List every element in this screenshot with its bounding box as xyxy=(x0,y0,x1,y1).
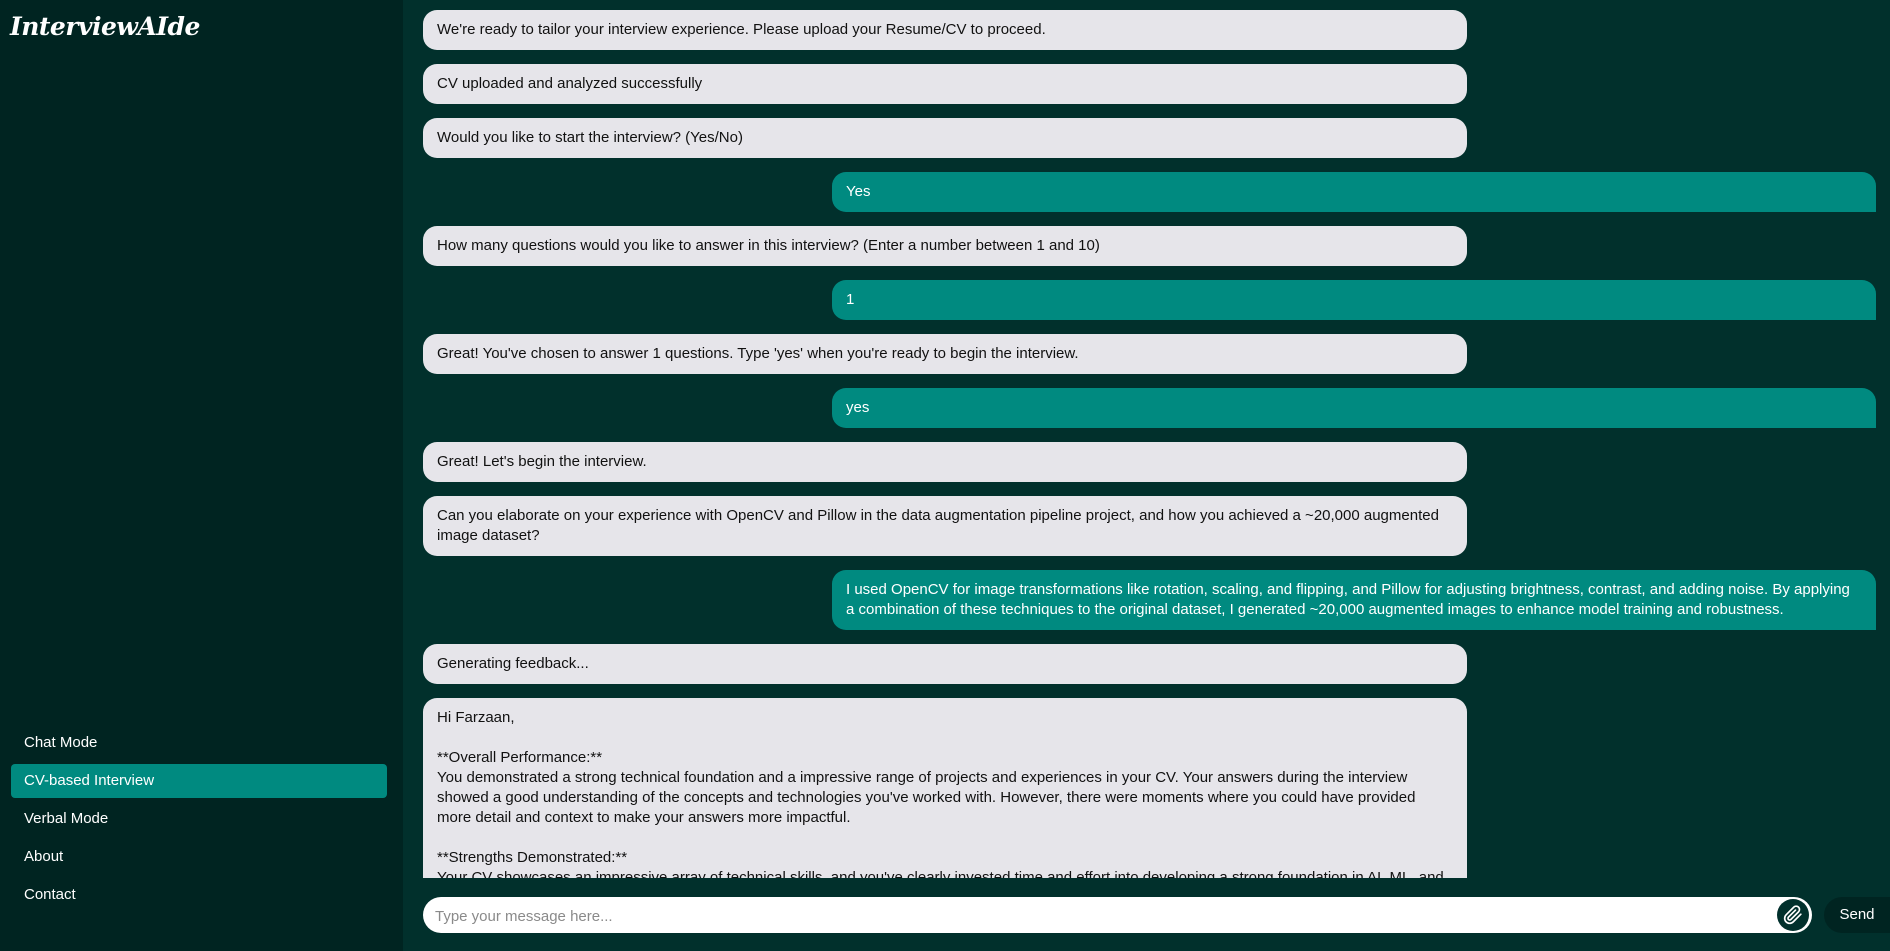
sidebar: InterviewAIde Chat Mode CV-based Intervi… xyxy=(0,0,403,951)
user-message: 1 xyxy=(832,280,1876,320)
app-logo: InterviewAIde xyxy=(10,12,200,41)
sidebar-item-about[interactable]: About xyxy=(11,840,387,874)
sidebar-item-contact[interactable]: Contact xyxy=(11,878,387,912)
bot-message: How many questions would you like to ans… xyxy=(423,226,1467,266)
bot-message: Would you like to start the interview? (… xyxy=(423,118,1467,158)
user-message: I used OpenCV for image transformations … xyxy=(832,570,1876,630)
sidebar-nav: Chat Mode CV-based Interview Verbal Mode… xyxy=(11,726,387,916)
sidebar-item-cv-based-interview[interactable]: CV-based Interview xyxy=(11,764,387,798)
app-root: InterviewAIde Chat Mode CV-based Intervi… xyxy=(0,0,1890,951)
sidebar-item-chat-mode[interactable]: Chat Mode xyxy=(11,726,387,760)
message-composer xyxy=(423,897,1812,935)
message-input[interactable] xyxy=(433,897,1757,935)
user-message: yes xyxy=(832,388,1876,428)
attach-button[interactable] xyxy=(1777,899,1809,931)
bot-message: Great! Let's begin the interview. xyxy=(423,442,1467,482)
user-message: Yes xyxy=(832,172,1876,212)
bot-message: Can you elaborate on your experience wit… xyxy=(423,496,1467,556)
feedback-message: Hi Farzaan, **Overall Performance:** You… xyxy=(423,698,1467,878)
bot-message: CV uploaded and analyzed successfully xyxy=(423,64,1467,104)
bot-message: We're ready to tailor your interview exp… xyxy=(423,10,1467,50)
chat-messages[interactable]: We're ready to tailor your interview exp… xyxy=(423,10,1877,878)
bot-message: Generating feedback... xyxy=(423,644,1467,684)
send-button[interactable]: Send xyxy=(1824,897,1890,933)
paperclip-icon xyxy=(1783,905,1802,925)
bot-message: Great! You've chosen to answer 1 questio… xyxy=(423,334,1467,374)
sidebar-item-verbal-mode[interactable]: Verbal Mode xyxy=(11,802,387,836)
